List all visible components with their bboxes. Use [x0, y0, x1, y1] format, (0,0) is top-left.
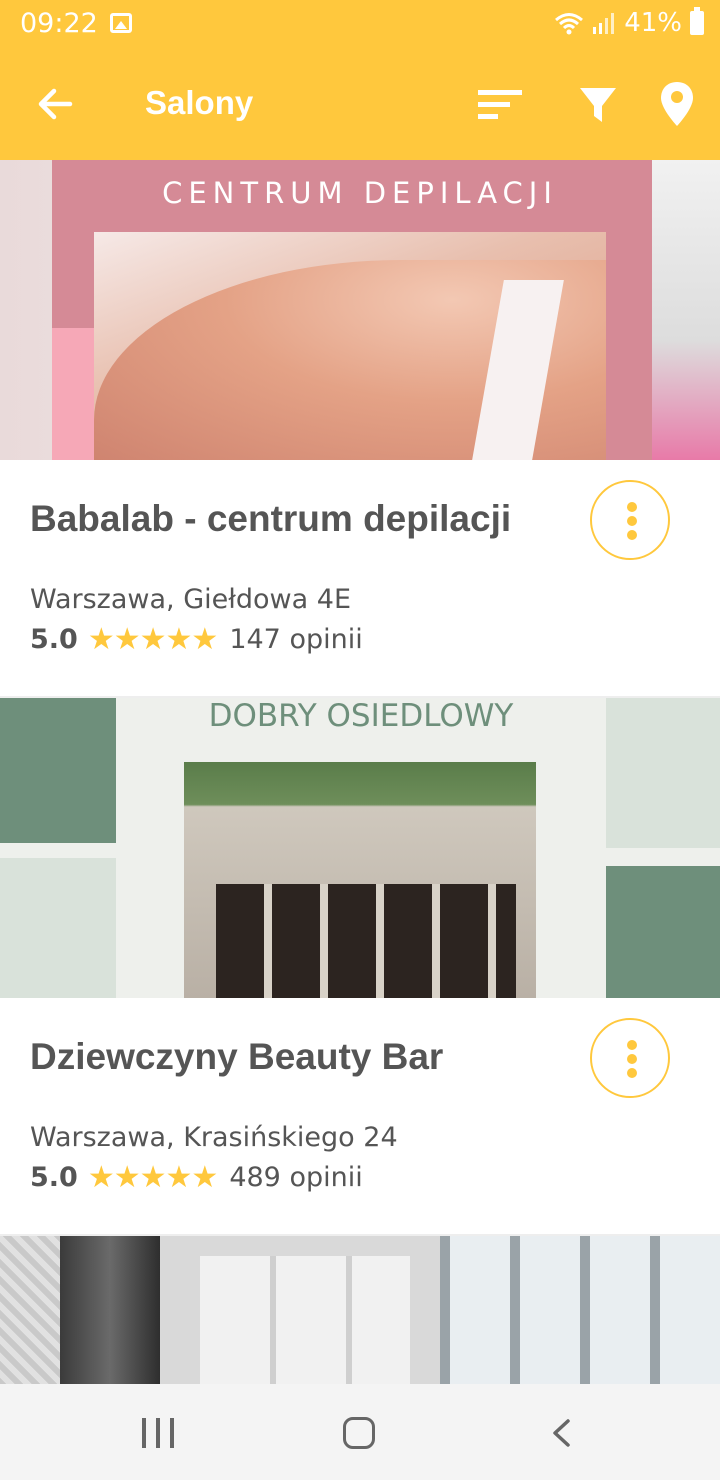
top-bar: 09:22 41% Salony: [0, 0, 720, 160]
rating-row: 5.0 ★★★★★ 147 opinii: [30, 622, 363, 657]
sort-icon[interactable]: [472, 80, 528, 130]
status-right: 41%: [554, 7, 704, 38]
battery-level: 41%: [624, 8, 682, 38]
salon-info: Dziewczyny Beauty Bar Warszawa, Krasińsk…: [0, 998, 720, 1234]
salon-info: Babalab - centrum depilacji Warszawa, Gi…: [0, 460, 720, 696]
salon-image[interactable]: [0, 1236, 720, 1384]
salon-card[interactable]: CENTRUM DEPILACJI Babalab - centrum depi…: [0, 160, 720, 696]
rating-row: 5.0 ★★★★★ 489 opinii: [30, 1160, 363, 1195]
page-title: Salony: [145, 84, 254, 121]
app-bar: Salony: [0, 50, 720, 160]
review-count[interactable]: 147 opinii: [229, 624, 362, 655]
salon-image[interactable]: DOBRY OSIEDLOWY: [0, 698, 720, 998]
salon-address: Warszawa, Giełdowa 4E: [30, 584, 352, 615]
more-options-button[interactable]: [590, 1018, 670, 1098]
rating-value: 5.0: [30, 1162, 78, 1193]
salon-name[interactable]: Dziewczyny Beauty Bar: [30, 1036, 570, 1078]
home-icon[interactable]: [343, 1417, 375, 1449]
star-rating-icon: ★★★★★: [87, 1160, 218, 1195]
location-pin-icon[interactable]: [654, 78, 700, 132]
more-options-button[interactable]: [590, 480, 670, 560]
image-caption: CENTRUM DEPILACJI: [162, 176, 558, 210]
salon-list: CENTRUM DEPILACJI Babalab - centrum depi…: [0, 160, 720, 1384]
gallery-icon: [110, 13, 132, 33]
back-icon[interactable]: [548, 1418, 574, 1448]
status-time: 09:22: [20, 8, 98, 39]
status-bar: 09:22 41%: [0, 0, 720, 50]
review-count[interactable]: 489 opinii: [229, 1162, 362, 1193]
image-caption: DOBRY OSIEDLOWY: [208, 698, 514, 734]
wifi-icon: [555, 13, 584, 35]
battery-icon: [690, 7, 704, 35]
salon-card[interactable]: DOBRY OSIEDLOWY Dziewczyny Beauty Bar Wa…: [0, 698, 720, 1234]
signal-icon: [593, 13, 615, 34]
filter-icon[interactable]: [572, 80, 624, 130]
recent-apps-icon[interactable]: [142, 1418, 174, 1448]
star-rating-icon: ★★★★★: [87, 622, 218, 657]
rating-value: 5.0: [30, 624, 78, 655]
back-arrow-icon[interactable]: [30, 78, 82, 130]
salon-address: Warszawa, Krasińskiego 24: [30, 1122, 398, 1153]
salon-name[interactable]: Babalab - centrum depilacji: [30, 498, 570, 540]
system-nav-bar: [0, 1384, 720, 1480]
salon-image[interactable]: CENTRUM DEPILACJI: [0, 160, 720, 460]
